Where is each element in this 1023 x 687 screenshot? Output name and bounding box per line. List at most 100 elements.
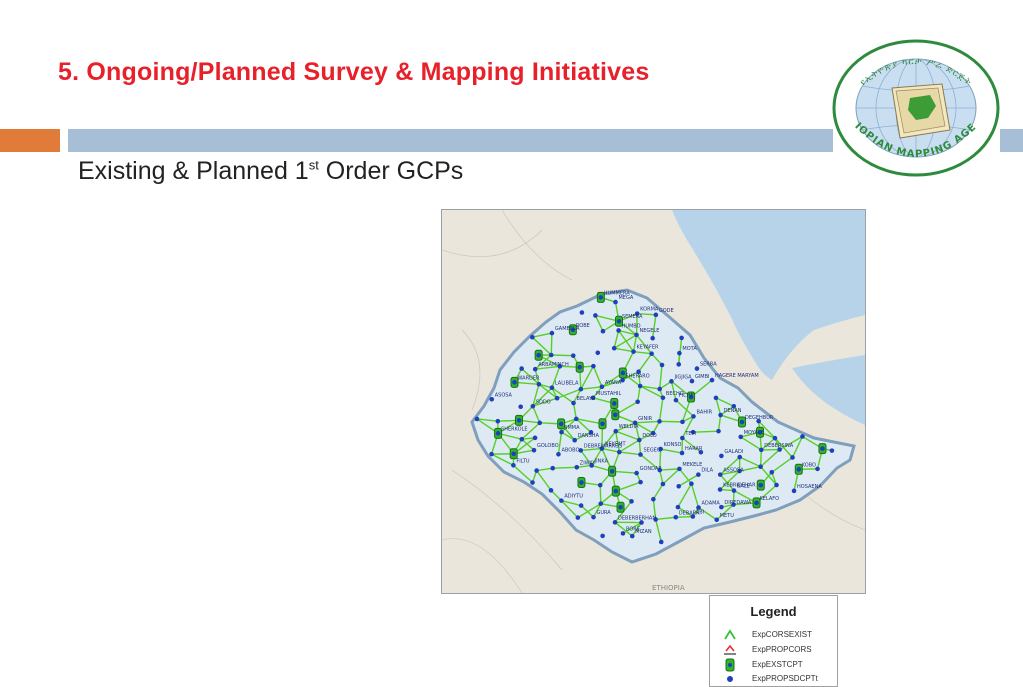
planned-gcp-point [689,481,694,486]
planned-gcp-point [792,489,797,494]
planned-gcp-point [591,515,596,520]
place-label: ABI [696,510,704,516]
place-label: DEGEHBUR [745,415,774,421]
planned-gcp-point [579,503,584,508]
planned-gcp-point [519,437,524,442]
planned-gcp-point [714,517,719,522]
place-label: DEBERSINA [764,443,793,449]
ethiopian-mapping-agency-logo: ETHIOPIAN MAPPING AGENCY የኢትዮጵያ ካርታ ሥራ ድ… [832,38,1000,178]
planned-gcp-point [600,385,605,390]
planned-gcp-point [758,483,763,488]
planned-gcp-point [661,482,666,487]
place-label: GINIR [638,416,653,422]
planned-gcp-point [549,353,554,358]
place-label: BECHO [666,391,684,397]
planned-gcp-point [613,300,618,305]
planned-gcp-point [673,515,678,520]
planned-gcp-point [531,404,536,409]
place-label: JIMMA [564,425,581,431]
planned-gcp-point [601,329,606,334]
planned-gcp-point [659,540,664,545]
planned-gcp-point [475,417,480,422]
planned-gcp-point [774,483,779,488]
planned-gcp-point [600,421,605,426]
planned-gcp-point [549,488,554,493]
planned-gcp-point [716,429,721,434]
network-line [676,517,693,518]
planned-gcp-point [618,505,623,510]
gcp-network-map: HUMMERASHERARODANSHAMEKELEDEBARKSERBASHE… [441,209,866,594]
place-label: DILA [701,468,713,474]
planned-gcp-point [676,362,681,367]
planned-gcp-point [496,431,501,436]
place-label: HOSAENA [797,484,822,490]
network-line [551,333,552,355]
planned-gcp-point [576,515,581,520]
planned-gcp-point [800,434,805,439]
planned-gcp-point [559,430,564,435]
place-label: NEKEMT [605,442,627,448]
legend-item-corsexist: ExpCORSEXIST [722,628,837,642]
planned-gcp-point [571,353,576,358]
planned-gcp-point [740,420,745,425]
planned-gcp-point [613,520,618,525]
planned-gcp-point [550,331,555,336]
planned-gcp-point [680,436,685,441]
place-label: ASSOSA [723,468,744,474]
planned-gcp-point [610,469,615,474]
place-label: AYANA [605,380,622,386]
planned-gcp-point [710,378,715,383]
planned-gcp-point [593,313,598,318]
planned-gcp-point [677,467,682,472]
place-label: NEGELE [639,328,659,334]
planned-gcp-point [519,366,524,371]
planned-gcp-point [612,401,617,406]
planned-gcp-point [559,422,564,427]
planned-gcp-point [654,313,659,318]
planned-gcp-point [599,295,604,300]
place-label: GURA [597,510,612,516]
legend-panel: Legend ExpCORSEXIST ExpPROPCORS ExpEXSTC… [709,595,838,687]
planned-gcp-point [629,499,634,504]
planned-gcp-point [657,387,662,392]
planned-gcp-point [530,335,535,340]
place-label: ADIYTU [564,494,583,500]
place-label: GODE [659,308,674,314]
place-label: HUMBO [622,323,641,329]
place-label: GIMBI [695,374,710,380]
place-label: MOTA [682,346,697,352]
place-label: METU [720,513,735,519]
place-label: HARAR [685,446,703,452]
place-label: SODO [536,399,551,405]
place-label: DIREDAWA [724,500,752,506]
planned-gcp-point [719,454,724,459]
place-label: SHERARO [626,373,650,379]
place-label: KORMA [640,307,659,313]
planned-gcp-point [679,336,684,341]
planned-gcp-point [621,531,626,536]
place-label: SHERKOLE [501,426,527,432]
planned-gcp-point [638,384,643,389]
place-label: WELDIA [619,424,639,430]
planned-gcp-point [718,413,723,418]
planned-gcp-point [579,480,584,485]
place-label: KOBO [802,462,816,468]
planned-gcp-point [617,319,622,324]
place-label: DEBERBERHAN [618,515,656,521]
place-label: TEPI [684,431,696,437]
planned-gcp-point [637,438,642,443]
planned-gcp-point [613,412,618,417]
planned-gcp-point [617,450,622,455]
place-label: DOLO [642,433,656,439]
place-label: DANSHA [578,433,600,439]
planned-gcp-point [612,346,617,351]
planned-gcp-point [660,363,665,368]
planned-gcp-point [830,448,835,453]
subtitle-superscript: st [309,158,319,173]
planned-gcp-point [674,398,679,403]
planned-gcp-point [616,328,621,333]
planned-gcp-point [614,489,619,494]
planned-gcp-point [820,446,825,451]
planned-gcp-point [537,421,542,426]
place-label: KELAFO [760,496,780,502]
